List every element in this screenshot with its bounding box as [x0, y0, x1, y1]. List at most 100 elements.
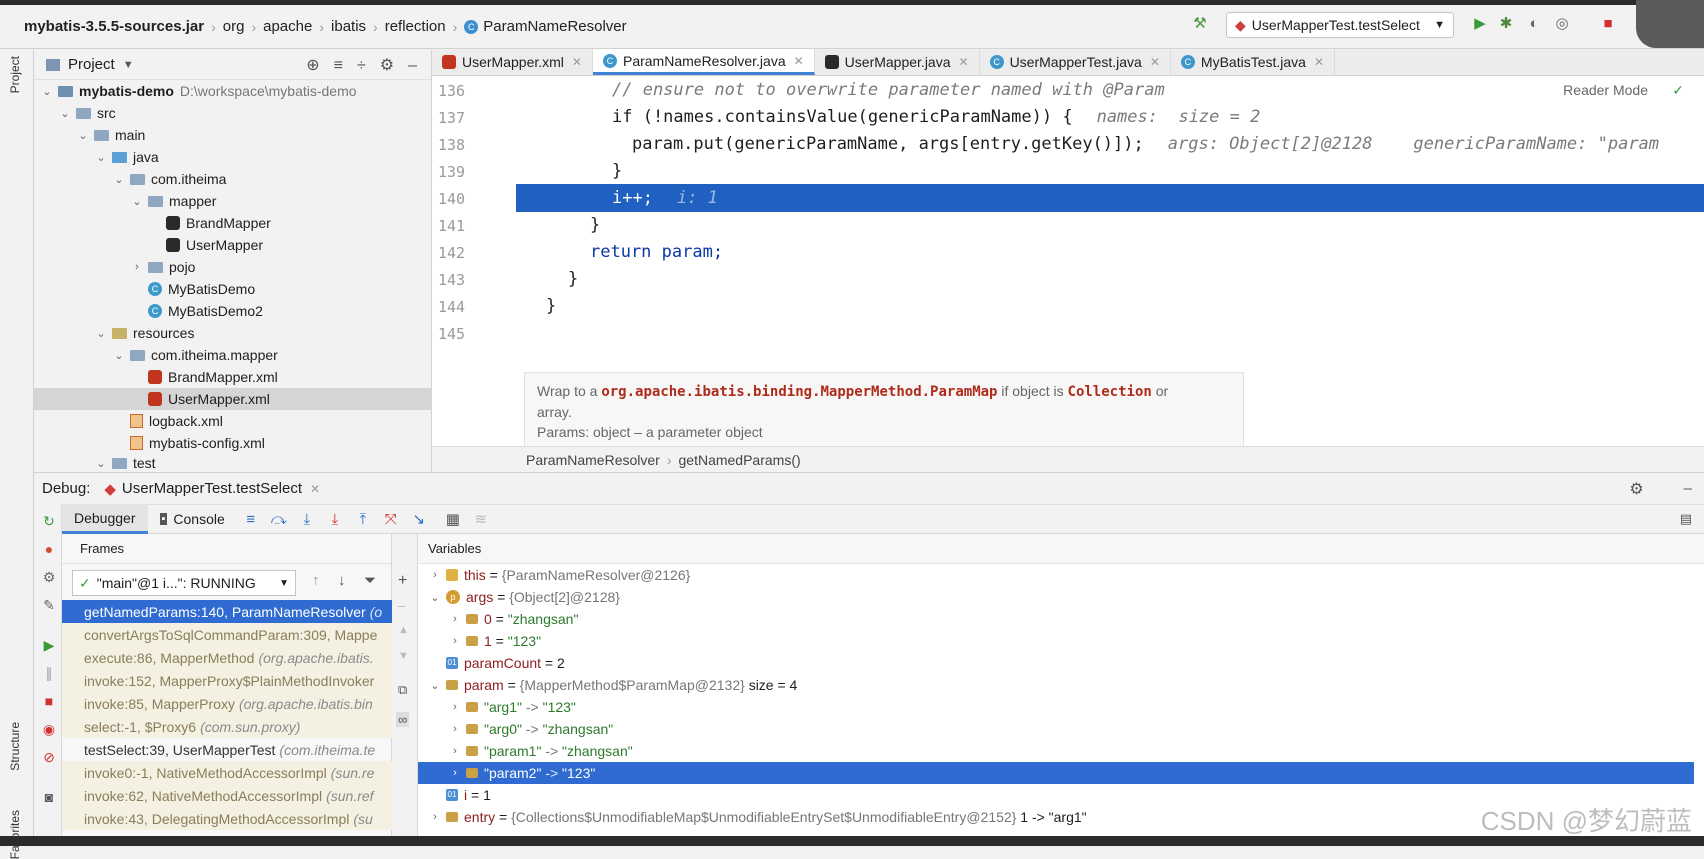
breadcrumb-class[interactable]: ParamNameResolver	[526, 452, 660, 468]
mute-breakpoints-icon[interactable]: ⊘	[40, 748, 58, 766]
copy-icon[interactable]: ⧉	[398, 682, 407, 698]
tree-item-project-root[interactable]: ⌄ mybatis-demo D:\workspace\mybatis-demo	[34, 80, 432, 102]
arrow-up-icon[interactable]: ↑	[312, 572, 320, 589]
frame-item[interactable]: invoke:85, MapperProxy (org.apache.ibatis…	[62, 692, 392, 715]
variable-row[interactable]: ⌄ p args = {Object[2]@2128}	[418, 586, 1694, 608]
code-line-142[interactable]: return param;	[516, 238, 1704, 266]
tree-item-src[interactable]: ⌄ src	[34, 102, 432, 124]
panel-actions-icons[interactable]: ⊕≡÷⚙–	[306, 55, 431, 75]
tree-item-com-itheima[interactable]: ⌄ com.itheima	[34, 168, 432, 190]
filter-icon[interactable]: ⏷	[364, 572, 376, 589]
code-line-144[interactable]: }	[516, 292, 1704, 320]
watches-toggle-icon[interactable]: ∞	[396, 712, 410, 727]
close-icon[interactable]: ✕	[310, 482, 320, 496]
structure-tool-tab[interactable]: Structure	[8, 722, 22, 771]
code-line-139[interactable]: }	[516, 157, 1704, 185]
favorites-tool-tab[interactable]: Favorites	[8, 810, 22, 859]
menu-icon[interactable]: ≡	[237, 511, 265, 528]
variable-row[interactable]: › "param2" -> "123"	[418, 762, 1694, 784]
crumb-ibatis[interactable]: ibatis	[331, 18, 366, 35]
tree-item-main[interactable]: ⌄ main	[34, 124, 432, 146]
frame-item[interactable]: getNamedParams:140, ParamNameResolver (o	[62, 600, 392, 623]
close-icon[interactable]: ✕	[794, 54, 804, 68]
debug-session-tab[interactable]: UserMapperTest.testSelect	[122, 480, 302, 497]
profiler-icon[interactable]: ◎	[1552, 14, 1572, 34]
variable-row[interactable]: › 0 = "zhangsan"	[418, 608, 1694, 630]
tree-item-resources[interactable]: ⌄ resources	[34, 322, 432, 344]
variable-row[interactable]: › "arg0" -> "zhangsan"	[418, 718, 1694, 740]
code-line-143[interactable]: }	[516, 265, 1704, 293]
tree-item-mybatisdemo[interactable]: C MyBatisDemo	[34, 278, 432, 300]
tree-item-mybatisdemo2[interactable]: C MyBatisDemo2	[34, 300, 432, 322]
tab-console[interactable]: ▪ Console	[148, 504, 237, 534]
move-down-icon[interactable]: ▼	[398, 650, 409, 662]
chevron-down-icon[interactable]: ▼	[123, 59, 134, 71]
frame-item[interactable]: invoke:152, MapperProxy$PlainMethodInvok…	[62, 669, 392, 692]
code-line-136[interactable]: // ensure not to overwrite parameter nam…	[516, 76, 1704, 104]
pause-icon[interactable]: ∥	[40, 664, 58, 682]
rerun-icon[interactable]: ↻	[40, 512, 58, 530]
breakpoints-icon[interactable]: ●	[40, 540, 58, 558]
stop-icon[interactable]: ■	[1598, 14, 1618, 34]
debug-bug-icon[interactable]: ✱	[1496, 14, 1516, 34]
evaluate-expression-icon[interactable]: ▦	[439, 510, 467, 528]
close-icon[interactable]: ✕	[1150, 55, 1160, 69]
breadcrumb-method[interactable]: getNamedParams()	[679, 452, 801, 468]
project-panel-title[interactable]: Project	[68, 56, 115, 73]
remove-watch-icon[interactable]: –	[398, 598, 405, 613]
variable-row[interactable]: › this = {ParamNameResolver@2126}	[418, 564, 1694, 586]
code-line-141[interactable]: }	[516, 211, 1704, 239]
code-line-145[interactable]	[516, 319, 1704, 347]
variable-row[interactable]: ⌄ param = {MapperMethod$ParamMap@2132} si…	[418, 674, 1694, 696]
frame-item[interactable]: execute:86, MapperMethod (org.apache.ibat…	[62, 646, 392, 669]
step-over-icon[interactable]: ⤼	[265, 511, 293, 528]
force-step-into-icon[interactable]: ⤓	[321, 511, 349, 528]
layout-icon[interactable]: ▤	[1680, 511, 1692, 527]
run-to-cursor-icon[interactable]: ↘	[405, 510, 433, 528]
crumb-class[interactable]: C ParamNameResolver	[464, 18, 627, 35]
add-watch-icon[interactable]: +	[398, 572, 407, 590]
code-line-138[interactable]: param.put(genericParamName, args[entry.g…	[516, 130, 1704, 158]
step-into-icon[interactable]: ⤓	[293, 511, 321, 528]
settings-icon[interactable]: ⚙	[40, 568, 58, 586]
tree-item-test[interactable]: ⌄ test	[34, 454, 432, 472]
tab-mybatistest[interactable]: C MyBatisTest.java ✕	[1171, 49, 1336, 75]
crumb-apache[interactable]: apache	[263, 18, 312, 35]
project-tool-tab[interactable]: Project	[8, 56, 22, 93]
code-line-137[interactable]: if (!names.containsValue(genericParamNam…	[516, 103, 1704, 131]
doc-class-link[interactable]: org.apache.ibatis.binding.MapperMethod.P…	[601, 384, 997, 400]
variable-row[interactable]: 01 paramCount = 2	[418, 652, 1694, 674]
crumb-jar[interactable]: mybatis-3.5.5-sources.jar	[24, 18, 204, 35]
frame-item[interactable]: select:-1, $Proxy6 (com.sun.proxy)	[62, 715, 392, 738]
tree-item-usermapper[interactable]: UserMapper	[34, 234, 432, 256]
variable-row[interactable]: › "arg1" -> "123"	[418, 696, 1694, 718]
code-editor[interactable]: Reader Mode ✓ 136 137 138 139 140 141 14…	[432, 76, 1704, 472]
tree-item-java[interactable]: ⌄ java	[34, 146, 432, 168]
frame-item[interactable]: invoke:62, NativeMethodAccessorImpl (sun.…	[62, 784, 392, 807]
tree-item-brandmapper-xml[interactable]: BrandMapper.xml	[34, 366, 432, 388]
frame-item[interactable]: convertArgsToSqlCommandParam:309, Mappe	[62, 623, 392, 646]
stop-icon[interactable]: ■	[40, 692, 58, 710]
tab-paramnameresolver[interactable]: C ParamNameResolver.java ✕	[592, 49, 815, 75]
tab-usermapper-xml[interactable]: UserMapper.xml ✕	[432, 49, 593, 75]
run-icon[interactable]: ▶	[1470, 14, 1490, 34]
coverage-icon[interactable]: ◐	[1524, 14, 1544, 34]
arrow-down-icon[interactable]: ↓	[338, 572, 346, 589]
frame-item[interactable]: invoke0:-1, NativeMethodAccessorImpl (sun…	[62, 761, 392, 784]
trace-icon[interactable]: ≋	[467, 510, 495, 528]
tree-item-brandmapper[interactable]: BrandMapper	[34, 212, 432, 234]
close-icon[interactable]: ✕	[959, 55, 969, 69]
code-line-140-execution-point[interactable]: i++; i: 1	[516, 184, 1704, 212]
step-out-icon[interactable]: ⤒	[349, 511, 377, 528]
tree-item-mybatis-config-xml[interactable]: mybatis-config.xml	[34, 432, 432, 454]
crumb-org[interactable]: org	[223, 18, 245, 35]
view-breakpoints-icon[interactable]: ◉	[40, 720, 58, 738]
variable-row[interactable]: › "param1" -> "zhangsan"	[418, 740, 1694, 762]
frame-item[interactable]: testSelect:39, UserMapperTest (com.itheim…	[62, 738, 392, 761]
frame-item[interactable]: invoke:43, DelegatingMethodAccessorImpl(…	[62, 807, 392, 830]
build-hammer-icon[interactable]: ⚒	[1190, 14, 1210, 34]
tab-usermapper-java[interactable]: UserMapper.java ✕	[815, 49, 980, 75]
drop-frame-icon[interactable]: ⤧	[377, 511, 405, 528]
tab-usermappertest[interactable]: C UserMapperTest.java ✕	[980, 49, 1171, 75]
gear-icon[interactable]: ⚙	[1629, 479, 1643, 499]
